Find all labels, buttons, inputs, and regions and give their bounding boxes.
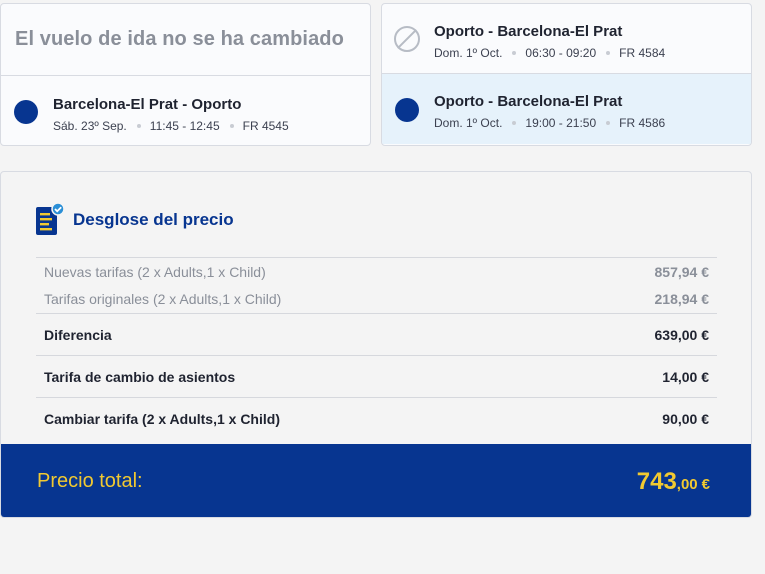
flight-number: FR 4545	[242, 119, 289, 133]
flight-date: Sáb. 23º Sep.	[53, 119, 127, 133]
outbound-header: El vuelo de ida no se ha cambiado	[1, 4, 370, 76]
flight-meta: Dom. 1º Oct. 06:30 - 09:20 FR 4584	[434, 46, 665, 60]
price-breakdown-header: Desglose del precio	[35, 202, 234, 237]
flight-route: Oporto - Barcelona-El Prat	[434, 93, 623, 110]
separator-dot-icon	[229, 124, 234, 128]
outbound-flight-row[interactable]: Barcelona-El Prat - Oporto Sáb. 23º Sep.…	[1, 76, 370, 146]
flight-route: Barcelona-El Prat - Oporto	[53, 96, 242, 113]
price-line-label: Tarifas originales (2 x Adults,1 x Child…	[44, 291, 282, 307]
price-line-label: Diferencia	[44, 326, 112, 343]
price-line-difference: Diferencia 639,00 €	[36, 313, 717, 355]
price-line-amount: 857,94 €	[654, 263, 710, 280]
radio-selected-icon[interactable]	[14, 100, 38, 124]
price-line-amount: 90,00 €	[662, 410, 709, 427]
separator-dot-icon	[136, 124, 141, 128]
price-line-fare-change: Cambiar tarifa (2 x Adults,1 x Child) 90…	[36, 397, 717, 439]
price-line-amount: 14,00 €	[662, 368, 709, 385]
return-flight-option-selected[interactable]: Oporto - Barcelona-El Prat Dom. 1º Oct. …	[382, 74, 751, 144]
price-breakdown-card: Desglose del precio Nuevas tarifas (2 x …	[0, 171, 752, 518]
total-price-currency: €	[701, 475, 710, 493]
outbound-unchanged-title: El vuelo de ida no se ha cambiado	[15, 28, 344, 50]
total-price-decimals: ,00	[676, 475, 698, 493]
flight-time: 06:30 - 09:20	[525, 46, 597, 60]
total-price-label: Precio total:	[37, 470, 143, 492]
flight-date: Dom. 1º Oct.	[434, 116, 503, 130]
return-flight-card: Oporto - Barcelona-El Prat Dom. 1º Oct. …	[381, 3, 752, 146]
separator-dot-icon	[512, 121, 517, 125]
document-check-icon	[35, 202, 65, 237]
price-line-new-fares: Nuevas tarifas (2 x Adults,1 x Child) 85…	[36, 257, 717, 285]
price-line-label: Nuevas tarifas (2 x Adults,1 x Child)	[44, 263, 266, 280]
return-flight-option: Oporto - Barcelona-El Prat Dom. 1º Oct. …	[382, 4, 751, 74]
outbound-flight-card: El vuelo de ida no se ha cambiado Barcel…	[0, 3, 371, 146]
price-line-original-fares: Tarifas originales (2 x Adults,1 x Child…	[36, 285, 717, 313]
radio-selected-icon[interactable]	[395, 98, 419, 122]
flight-time: 19:00 - 21:50	[525, 116, 597, 130]
flight-route: Oporto - Barcelona-El Prat	[434, 23, 623, 40]
separator-dot-icon	[606, 51, 611, 55]
price-line-amount: 218,94 €	[654, 291, 710, 307]
flight-date: Dom. 1º Oct.	[434, 46, 503, 60]
flight-meta: Dom. 1º Oct. 19:00 - 21:50 FR 4586	[434, 116, 665, 130]
flight-number: FR 4586	[619, 116, 666, 130]
separator-dot-icon	[606, 121, 611, 125]
flight-number: FR 4584	[619, 46, 666, 60]
flight-time: 11:45 - 12:45	[149, 119, 220, 133]
price-breakdown-title: Desglose del precio	[73, 210, 234, 229]
separator-dot-icon	[512, 51, 517, 55]
total-price-amount: 743 ,00 €	[637, 468, 710, 496]
price-line-amount: 639,00 €	[654, 326, 710, 343]
total-price-bar: Precio total: 743 ,00 €	[1, 444, 751, 517]
price-line-label: Cambiar tarifa (2 x Adults,1 x Child)	[44, 410, 280, 427]
flight-meta: Sáb. 23º Sep. 11:45 - 12:45 FR 4545	[53, 119, 289, 133]
price-breakdown-list: Nuevas tarifas (2 x Adults,1 x Child) 85…	[36, 257, 717, 439]
unavailable-icon	[394, 26, 420, 52]
total-price-integer: 743	[636, 467, 677, 495]
price-line-label: Tarifa de cambio de asientos	[44, 368, 236, 385]
price-line-seat-change: Tarifa de cambio de asientos 14,00 €	[36, 355, 717, 397]
